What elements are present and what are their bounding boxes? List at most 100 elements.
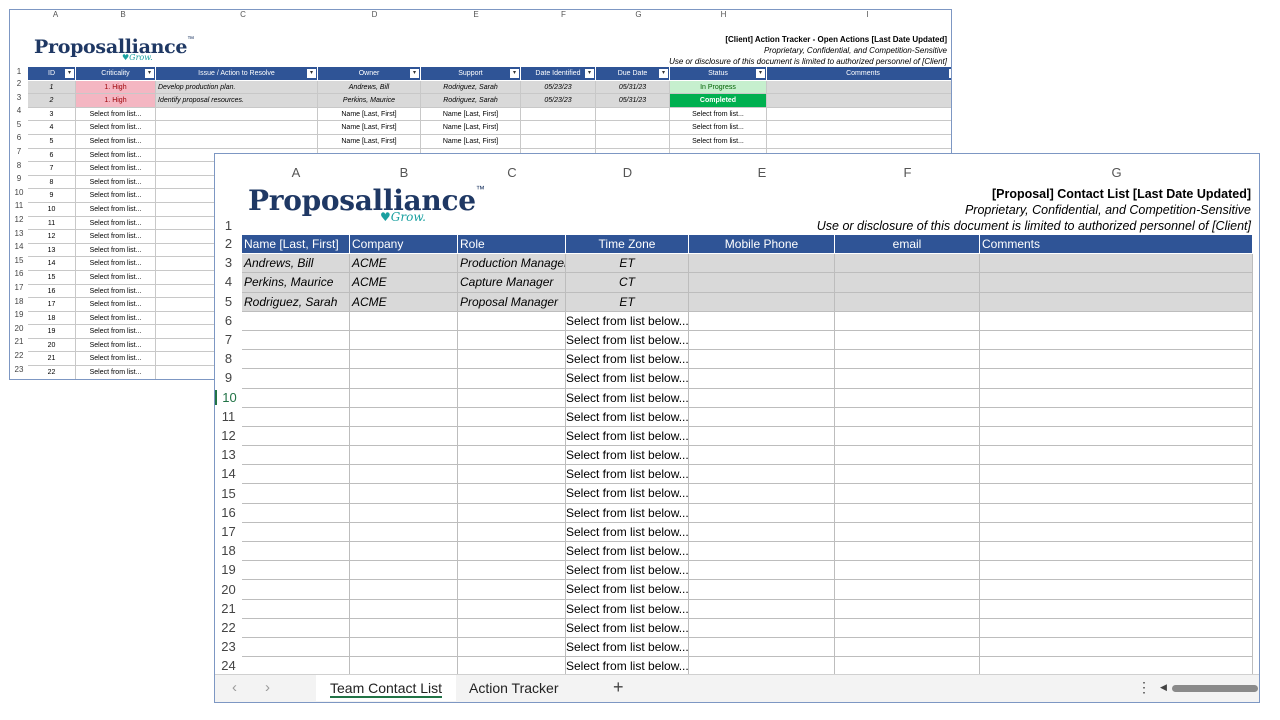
cell-criticality[interactable]: Select from list... <box>76 148 156 163</box>
cell-phone[interactable] <box>689 369 835 389</box>
column-header-email[interactable]: email <box>835 235 980 255</box>
column-header-company[interactable]: Company <box>350 235 458 255</box>
cell-owner[interactable]: Name [Last, First] <box>318 107 421 122</box>
cell-comments[interactable] <box>980 580 1253 600</box>
cell-role[interactable] <box>458 599 566 619</box>
cell-tz[interactable]: Select from list below... <box>566 465 689 485</box>
tab-action-tracker[interactable]: Action Tracker <box>455 675 572 701</box>
row-number[interactable]: 2 <box>215 236 242 251</box>
cell-email[interactable] <box>835 311 980 331</box>
row-number[interactable]: 15 <box>10 256 28 265</box>
cell-support[interactable]: Rodriguez, Sarah <box>421 94 521 108</box>
cell-tz[interactable]: Select from list below... <box>566 407 689 427</box>
column-header-e[interactable]: E <box>426 10 526 20</box>
cell-id[interactable]: 11 <box>28 216 76 231</box>
cell-company[interactable] <box>350 350 458 370</box>
cell-criticality[interactable]: Select from list... <box>76 243 156 258</box>
cell-name[interactable] <box>242 542 350 562</box>
cell-criticality[interactable]: Select from list... <box>76 216 156 231</box>
cell-id[interactable]: 9 <box>28 189 76 203</box>
cell-owner[interactable]: Perkins, Maurice <box>318 94 421 108</box>
plus-icon[interactable]: + <box>613 677 624 698</box>
cell-criticality[interactable]: Select from list... <box>76 270 156 285</box>
cell-email[interactable] <box>835 561 980 581</box>
cell-name[interactable] <box>242 561 350 581</box>
row-number[interactable]: 8 <box>215 351 242 366</box>
column-header-owner[interactable]: Owner ▾ <box>318 67 421 81</box>
cell-role[interactable] <box>458 484 566 504</box>
cell-criticality[interactable]: Select from list... <box>76 189 156 203</box>
cell-date_identified[interactable] <box>521 121 596 135</box>
cell-role[interactable] <box>458 446 566 466</box>
cell-criticality[interactable]: Select from list... <box>76 134 156 149</box>
row-number[interactable]: 11 <box>10 201 28 210</box>
cell-role[interactable] <box>458 522 566 542</box>
cell-criticality[interactable]: Select from list... <box>76 107 156 122</box>
cell-comments[interactable] <box>980 273 1253 293</box>
cell-name[interactable]: Rodriguez, Sarah <box>242 292 350 312</box>
column-header-criticality[interactable]: Criticality ▾ <box>76 67 156 81</box>
cell-name[interactable] <box>242 369 350 389</box>
cell-email[interactable] <box>835 580 980 600</box>
row-number[interactable]: 18 <box>10 297 28 306</box>
cell-phone[interactable] <box>689 599 835 619</box>
cell-company[interactable]: ACME <box>350 273 458 293</box>
cell-role[interactable] <box>458 407 566 427</box>
cell-role[interactable] <box>458 388 566 408</box>
column-header-id[interactable]: ID ▾ <box>28 67 76 81</box>
cell-id[interactable]: 12 <box>28 230 76 244</box>
cell-name[interactable] <box>242 407 350 427</box>
cell-company[interactable]: ACME <box>350 292 458 312</box>
cell-comments[interactable] <box>980 407 1253 427</box>
row-number[interactable]: 7 <box>215 332 242 347</box>
column-header-f[interactable]: F <box>835 162 980 184</box>
row-number[interactable]: 3 <box>10 93 28 102</box>
cell-company[interactable] <box>350 484 458 504</box>
cell-role[interactable] <box>458 426 566 447</box>
cell-criticality[interactable]: Select from list... <box>76 162 156 176</box>
row-number[interactable]: 18 <box>215 543 242 558</box>
row-number[interactable]: 10 <box>215 389 242 405</box>
cell-issue[interactable] <box>156 121 318 135</box>
column-header-role[interactable]: Role <box>458 235 566 255</box>
cell-issue[interactable] <box>156 134 318 149</box>
tab-team-contact-list[interactable]: Team Contact List <box>316 675 457 701</box>
row-number[interactable]: 5 <box>10 120 28 129</box>
column-header-d[interactable]: D <box>566 162 689 184</box>
cell-role[interactable]: Production Manager <box>458 254 566 274</box>
column-header-d[interactable]: D <box>323 10 426 20</box>
cell-comments[interactable] <box>980 484 1253 504</box>
cell-company[interactable] <box>350 446 458 466</box>
row-number[interactable]: 24 <box>215 658 242 673</box>
dropdown-filter-icon[interactable]: ▾ <box>410 69 419 78</box>
cell-company[interactable] <box>350 522 458 542</box>
cell-tz[interactable]: Select from list below... <box>566 637 689 658</box>
column-header-b[interactable]: B <box>83 10 163 20</box>
cell-criticality[interactable]: Select from list... <box>76 338 156 353</box>
cell-phone[interactable] <box>689 330 835 351</box>
dropdown-filter-icon[interactable]: ▾ <box>585 69 594 78</box>
cell-name[interactable] <box>242 388 350 408</box>
cell-tz[interactable]: Select from list below... <box>566 330 689 351</box>
cell-company[interactable] <box>350 503 458 523</box>
dropdown-filter-icon[interactable]: ▾ <box>510 69 519 78</box>
row-number[interactable]: 24 <box>10 378 28 379</box>
cell-id[interactable]: 5 <box>28 134 76 149</box>
cell-tz[interactable]: Select from list below... <box>566 522 689 542</box>
row-number[interactable]: 6 <box>215 313 242 328</box>
cell-due_date[interactable] <box>596 134 670 149</box>
cell-email[interactable] <box>835 407 980 427</box>
cell-email[interactable] <box>835 618 980 638</box>
row-number[interactable]: 5 <box>215 294 242 309</box>
cell-due_date[interactable]: 05/31/23 <box>596 94 670 108</box>
cell-date_identified[interactable] <box>521 107 596 122</box>
cell-email[interactable] <box>835 254 980 274</box>
cell-date_identified[interactable]: 05/23/23 <box>521 94 596 108</box>
cell-company[interactable]: ACME <box>350 254 458 274</box>
row-number[interactable]: 11 <box>215 409 242 424</box>
cell-owner[interactable]: Andrews, Bill <box>318 80 421 95</box>
cell-id[interactable]: 18 <box>28 311 76 326</box>
cell-email[interactable] <box>835 330 980 351</box>
dropdown-filter-icon[interactable]: ▾ <box>756 69 765 78</box>
cell-phone[interactable] <box>689 465 835 485</box>
